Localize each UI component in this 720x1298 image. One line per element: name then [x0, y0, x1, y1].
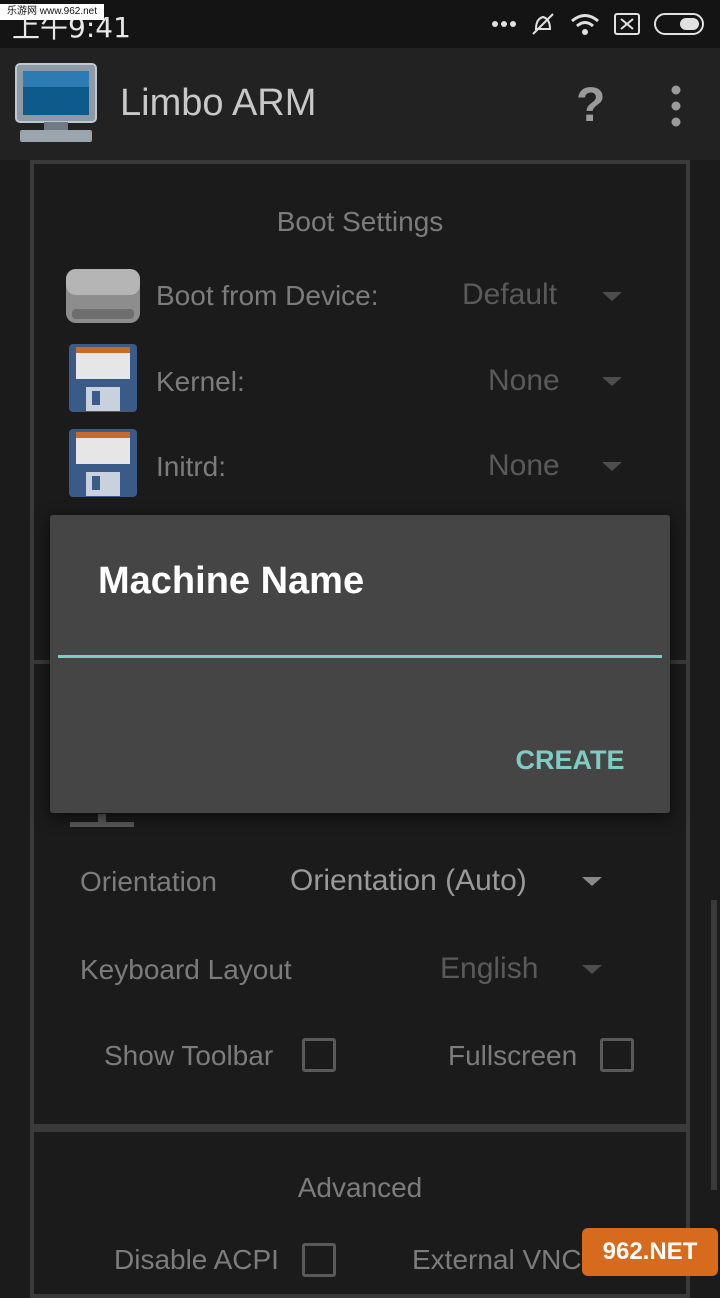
boot-device-value[interactable]: Default: [462, 278, 557, 312]
machine-name-input[interactable]: [58, 600, 662, 658]
orientation-label: Orientation: [80, 866, 217, 897]
scrollbar[interactable]: [711, 900, 717, 1190]
watermark-bottom: 962.NET: [582, 1228, 718, 1276]
keyboard-layout-value[interactable]: English: [440, 952, 538, 986]
battery-icon: [654, 13, 704, 35]
initrd-dropdown-icon[interactable]: [602, 462, 622, 471]
computer-icon: [15, 63, 97, 142]
help-icon[interactable]: ?: [576, 78, 605, 133]
disable-acpi-checkbox[interactable]: [302, 1243, 336, 1277]
network-icon: [70, 814, 134, 827]
kernel-value[interactable]: None: [488, 364, 560, 398]
fullscreen-checkbox[interactable]: [600, 1038, 634, 1072]
kernel-label: Kernel:: [156, 366, 245, 397]
external-vnc-label: External VNC: [412, 1244, 582, 1275]
initrd-label: Initrd:: [156, 451, 227, 482]
overflow-menu-icon[interactable]: [668, 84, 684, 128]
floppy-disk-icon: [69, 344, 137, 412]
create-button[interactable]: CREATE: [500, 740, 640, 780]
hard-drive-icon: [66, 269, 140, 323]
boot-settings-title: Boot Settings: [276, 206, 444, 237]
muted-vibrate-icon: [532, 13, 554, 35]
show-toolbar-label: Show Toolbar: [104, 1040, 274, 1071]
advanced-title: Advanced: [297, 1172, 423, 1203]
more-dots-icon: [492, 21, 516, 27]
keyboard-layout-label: Keyboard Layout: [80, 954, 292, 985]
orientation-dropdown-icon[interactable]: [582, 877, 602, 886]
boot-device-label: Boot from Device:: [156, 280, 379, 311]
watermark-top: 乐游网 www.962.net: [0, 4, 104, 20]
wifi-icon: [571, 14, 599, 35]
initrd-value[interactable]: None: [488, 449, 560, 483]
app-bar: [0, 48, 720, 160]
disable-acpi-label: Disable ACPI: [114, 1244, 279, 1275]
no-sim-icon: [614, 13, 640, 35]
app-title: Limbo ARM: [120, 82, 317, 124]
status-icons: [492, 10, 708, 38]
kernel-dropdown-icon[interactable]: [602, 377, 622, 386]
boot-device-dropdown-icon[interactable]: [602, 292, 622, 301]
keyboard-layout-dropdown-icon[interactable]: [582, 965, 602, 974]
dialog-title: Machine Name: [98, 560, 365, 602]
show-toolbar-checkbox[interactable]: [302, 1038, 336, 1072]
floppy-disk-icon: [69, 429, 137, 497]
fullscreen-label: Fullscreen: [448, 1040, 578, 1071]
orientation-value[interactable]: Orientation (Auto): [290, 864, 527, 898]
